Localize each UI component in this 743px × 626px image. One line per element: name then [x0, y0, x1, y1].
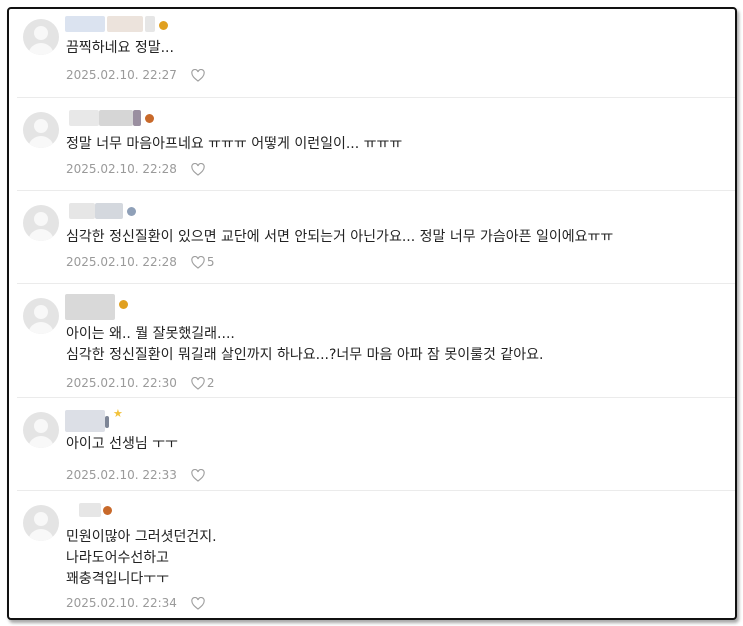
like-count: 2	[206, 376, 215, 390]
medal-icon	[103, 506, 112, 515]
comment-date: 2025.02.10. 22:27	[66, 68, 177, 82]
comment-date: 2025.02.10. 22:28	[66, 255, 177, 269]
heart-outline-icon	[191, 162, 205, 176]
like-button[interactable]	[191, 68, 207, 82]
comment-meta: 2025.02.10. 22:33	[66, 467, 207, 483]
divider	[17, 490, 735, 491]
comment-date: 2025.02.10. 22:33	[66, 468, 177, 482]
nickname-blurred[interactable]: ★	[65, 407, 135, 432]
comment-meta: 2025.02.10. 22:28	[66, 161, 207, 177]
comment-date: 2025.02.10. 22:28	[66, 162, 177, 176]
nickname-blurred[interactable]	[65, 16, 175, 34]
avatar[interactable]	[23, 112, 59, 148]
comment-meta: 2025.02.10. 22:34	[66, 595, 207, 611]
comment-date: 2025.02.10. 22:34	[66, 596, 177, 610]
comment-meta: 2025.02.10. 22:28 5	[66, 254, 215, 270]
divider	[17, 283, 735, 284]
divider	[17, 397, 735, 398]
like-button[interactable]: 5	[191, 255, 215, 269]
comment-date: 2025.02.10. 22:30	[66, 376, 177, 390]
like-button[interactable]	[191, 468, 207, 482]
avatar[interactable]	[23, 205, 59, 241]
like-button[interactable]	[191, 596, 207, 610]
like-button[interactable]	[191, 162, 207, 176]
comment-meta: 2025.02.10. 22:27	[66, 67, 207, 83]
comment-text: 심각한 정신질환이 있으면 교단에 서면 안되는거 아닌가요... 정말 너무 …	[66, 229, 614, 245]
nickname-blurred[interactable]	[65, 294, 135, 320]
avatar[interactable]	[23, 505, 59, 541]
comment-text: 정말 너무 마음아프네요 ㅠㅠㅠ 어떻게 이런일이... ㅠㅠㅠ	[66, 136, 403, 152]
comment-text: 아이는 왜.. 뭘 잘못했길래.... 심각한 정신질환이 뭐길래 살인까지 하…	[66, 326, 544, 363]
like-count: 5	[206, 255, 215, 269]
divider	[17, 190, 735, 191]
medal-icon	[127, 207, 136, 216]
comment-meta: 2025.02.10. 22:30 2	[66, 375, 215, 391]
heart-outline-icon	[191, 255, 205, 269]
comment-text: 아이고 선생님 ㅜㅜ	[66, 436, 178, 452]
heart-outline-icon	[191, 68, 205, 82]
star-icon: ★	[113, 407, 123, 420]
heart-outline-icon	[191, 376, 205, 390]
nickname-blurred[interactable]	[65, 110, 160, 128]
heart-outline-icon	[191, 468, 205, 482]
medal-icon	[119, 300, 128, 309]
nickname-blurred[interactable]	[65, 203, 145, 221]
medal-icon	[145, 114, 154, 123]
avatar[interactable]	[23, 298, 59, 334]
divider	[17, 97, 735, 98]
avatar[interactable]	[23, 19, 59, 55]
comment-list: 끔찍하네요 정말... 2025.02.10. 22:27 정말 너무 마음아프…	[7, 7, 737, 620]
avatar[interactable]	[23, 412, 59, 448]
nickname-blurred[interactable]	[65, 503, 125, 521]
heart-outline-icon	[191, 596, 205, 610]
like-button[interactable]: 2	[191, 376, 215, 390]
comment-text: 민원이많아 그러셧던건지. 나라도어수선하고 꽤충격입니다ㅜㅜ	[66, 529, 217, 587]
medal-icon	[159, 21, 168, 30]
comment-text: 끔찍하네요 정말...	[66, 40, 174, 56]
